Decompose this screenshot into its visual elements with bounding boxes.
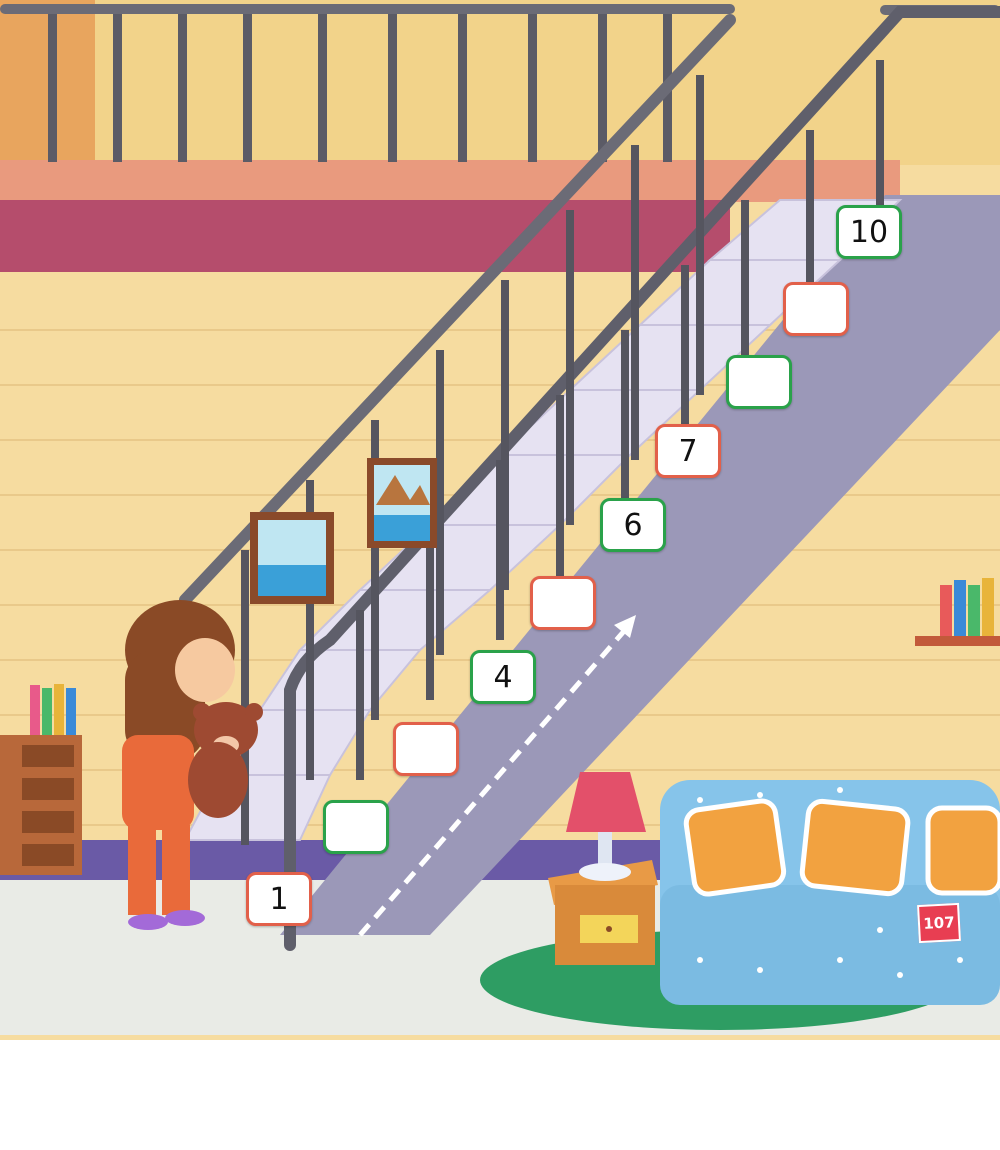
stair-scene-illustration [0,0,1000,1040]
illustration-scene: 1 4 6 7 10 107 [0,0,1000,1146]
step-box-2[interactable] [323,800,389,854]
step-box-5[interactable] [530,576,596,630]
step-box-9[interactable] [783,282,849,336]
wall-picture-right [367,458,437,548]
upper-wall [0,0,1000,165]
step-box-7: 7 [655,424,721,478]
curtain [0,0,95,165]
step-box-8[interactable] [726,355,792,409]
landing-beam [0,200,730,272]
step-box-4: 4 [470,650,536,704]
step-box-6: 6 [600,498,666,552]
sofa [660,780,1000,1005]
page-number-badge: 107 [917,902,961,944]
step-box-10: 10 [836,205,902,259]
wall-picture-left [250,512,334,604]
step-box-3[interactable] [393,722,459,776]
step-box-1: 1 [246,872,312,926]
